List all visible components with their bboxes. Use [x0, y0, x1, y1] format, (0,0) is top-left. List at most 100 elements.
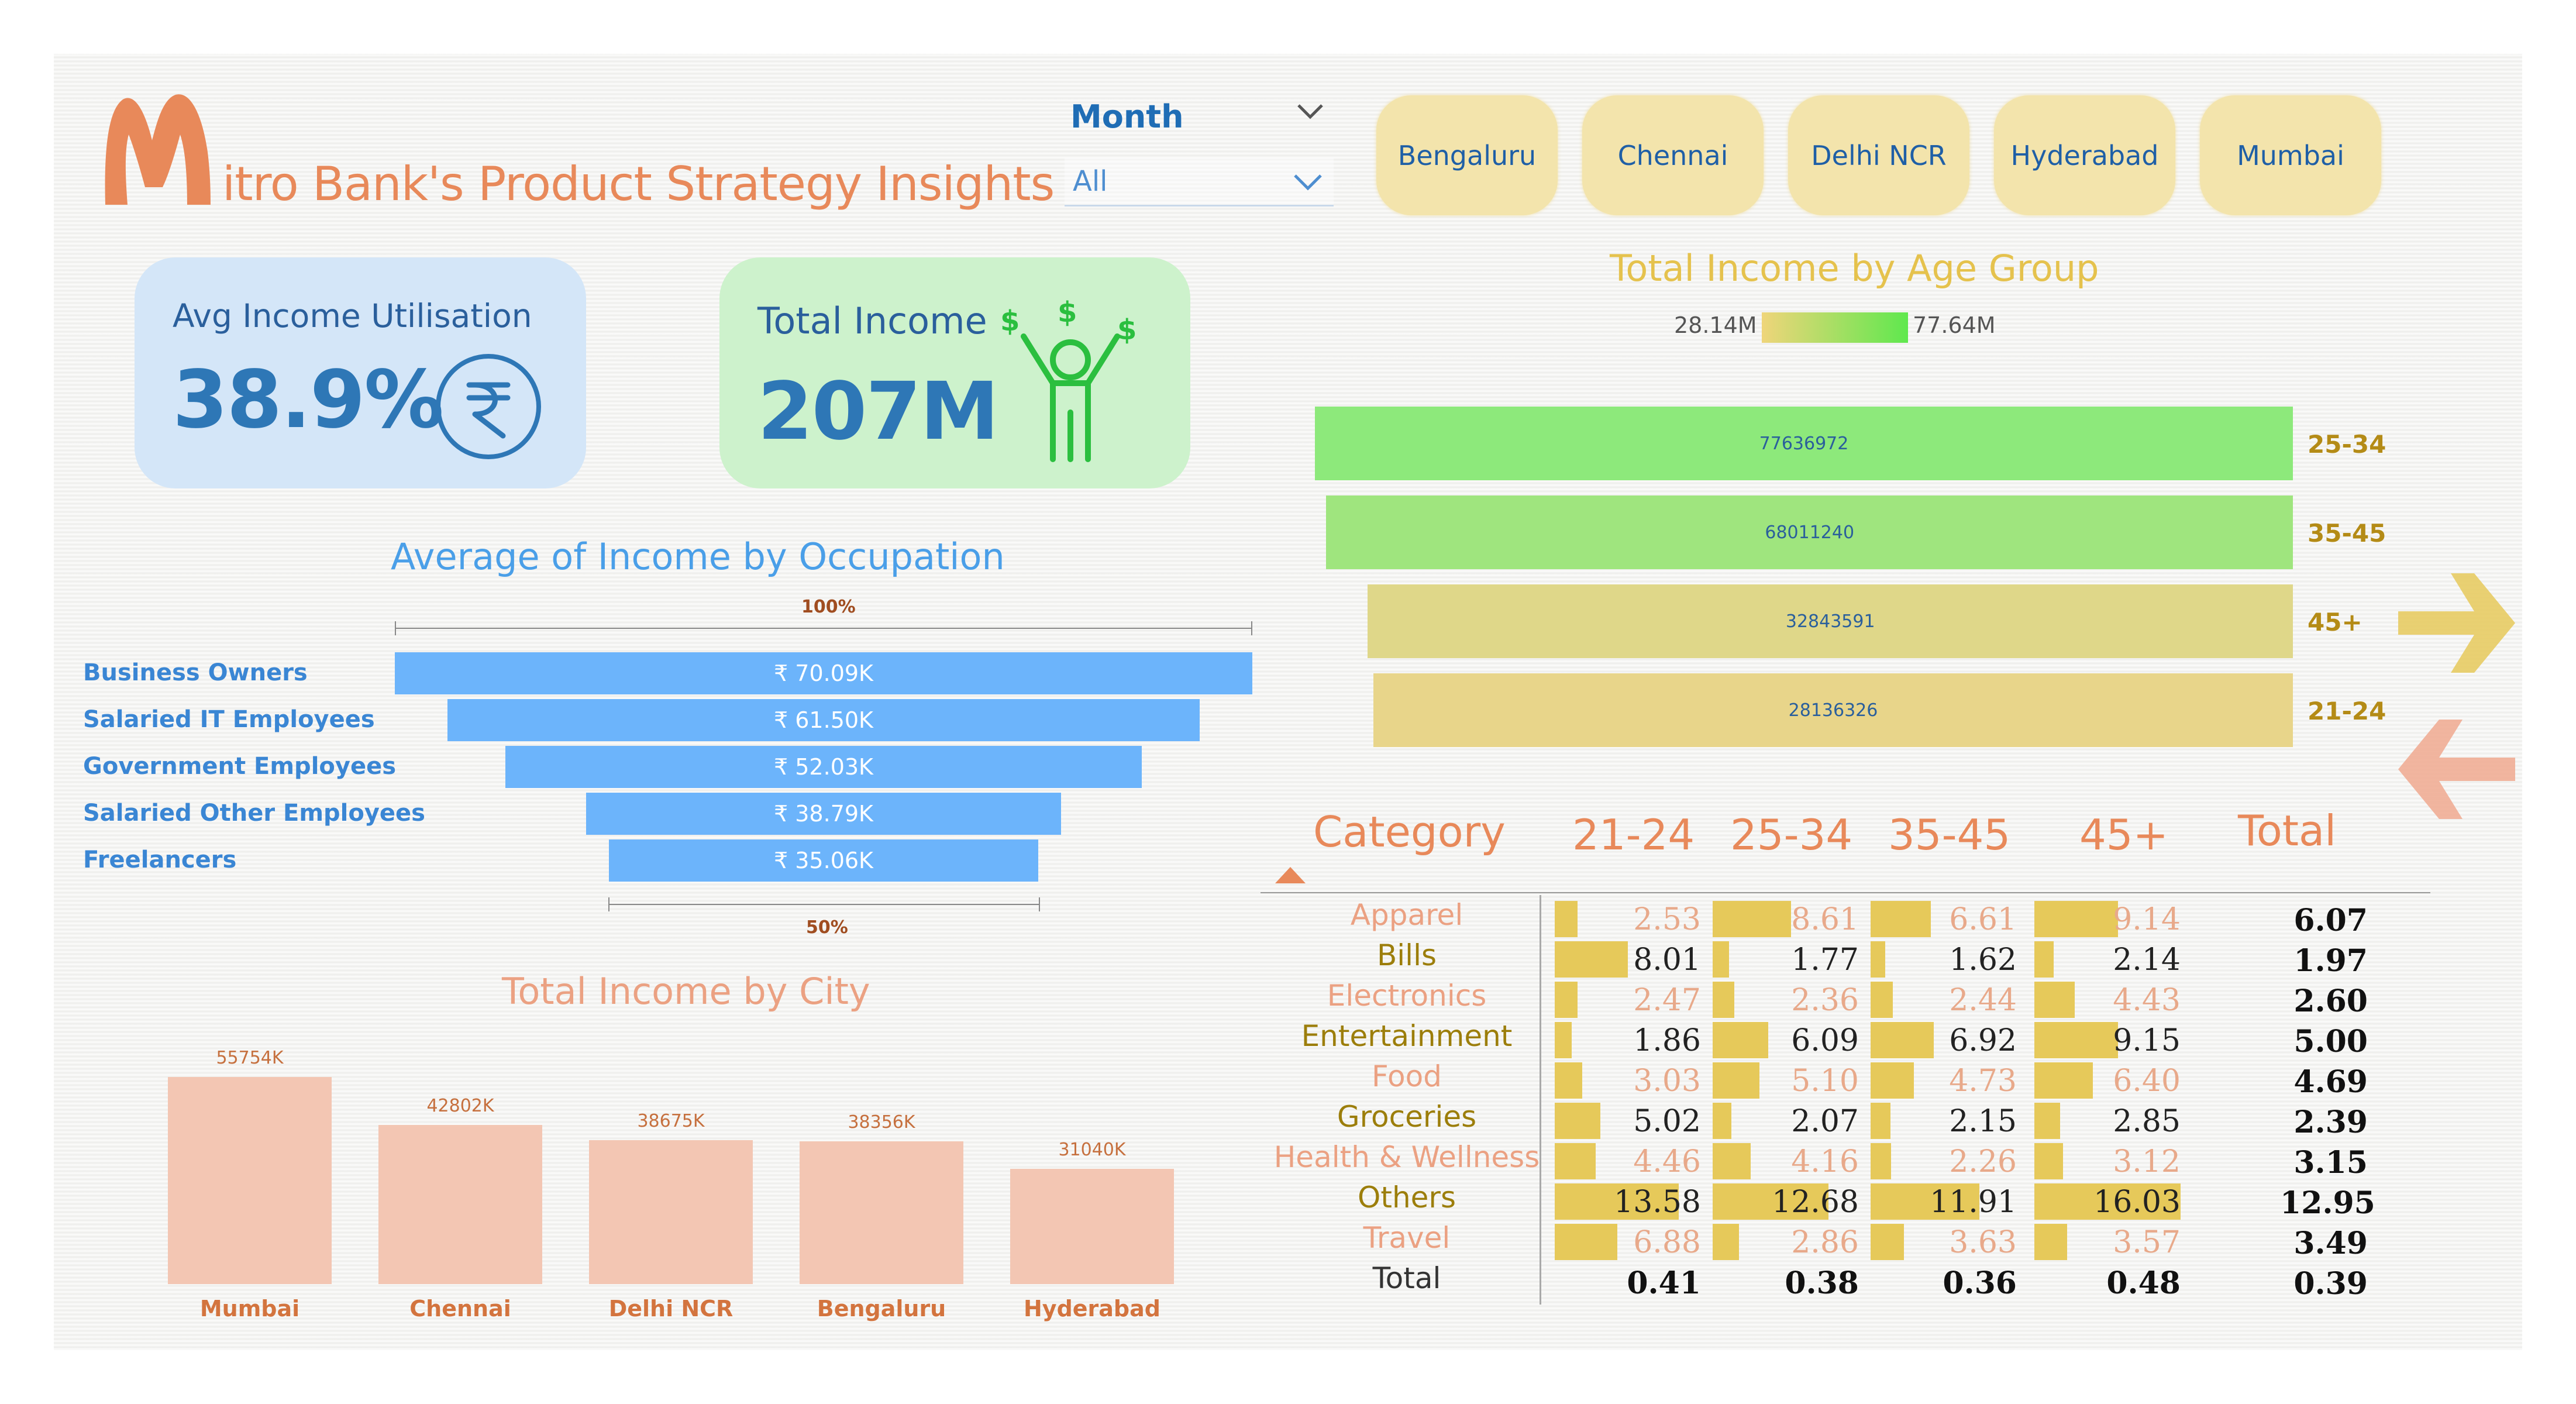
funnel-category-label: Salaried IT Employees — [83, 706, 375, 733]
city-button-chennai[interactable]: Chennai — [1582, 95, 1764, 215]
matrix-cell-value: 5.02 — [1633, 1104, 1701, 1139]
svg-text:$: $ — [1000, 305, 1020, 338]
kpi-value: 38.9% — [173, 354, 444, 446]
matrix-data-bar — [2034, 901, 2118, 937]
matrix-header-45plus[interactable]: 45+ — [2079, 810, 2168, 859]
city-bar[interactable] — [168, 1077, 332, 1284]
age-bar[interactable]: 28136326 — [1373, 673, 2293, 747]
matrix-data-bar — [1871, 1062, 1914, 1099]
matrix-row-category[interactable]: Apparel — [1272, 898, 1541, 932]
matrix-cell-value: 6.09 — [1791, 1023, 1859, 1058]
matrix-row-total: 0.39 — [2293, 1266, 2368, 1302]
matrix-row-category[interactable]: Others — [1272, 1181, 1541, 1214]
matrix-cell-value: 8.61 — [1791, 902, 1859, 937]
matrix-data-bar — [1713, 901, 1792, 937]
matrix-cell: 0.38 — [1713, 1264, 1859, 1301]
city-chart-title: Total Income by City — [502, 970, 870, 1013]
chevron-down-icon[interactable] — [1293, 98, 1328, 124]
funnel-category-label: Government Employees — [83, 753, 397, 780]
matrix-cell-value: 9.15 — [2113, 1023, 2181, 1058]
matrix-row-category[interactable]: Electronics — [1272, 979, 1541, 1013]
city-bar-value: 55754K — [216, 1048, 284, 1068]
kpi-value: 207M — [757, 366, 999, 458]
happy-person-money-icon: $ $ $ — [1000, 296, 1137, 462]
matrix-cell: 3.12 — [2034, 1143, 2181, 1179]
city-bar[interactable] — [589, 1140, 753, 1284]
age-bar-label: 35-45 — [2308, 519, 2386, 548]
funnel-bar[interactable]: ₹ 35.06K — [609, 839, 1038, 882]
matrix-data-bar — [1871, 1022, 1934, 1058]
city-button-delhi-ncr[interactable]: Delhi NCR — [1788, 95, 1969, 215]
matrix-row-total: 3.15 — [2293, 1145, 2368, 1181]
matrix-cell-value: 9.14 — [2113, 902, 2181, 937]
matrix-cell-value: 2.86 — [1791, 1225, 1859, 1260]
city-button-mumbai[interactable]: Mumbai — [2200, 95, 2381, 215]
matrix-data-bar — [1555, 901, 1578, 937]
matrix-cell: 6.61 — [1871, 901, 2017, 937]
matrix-cell: 9.15 — [2034, 1022, 2181, 1058]
matrix-cell-value: 16.03 — [2093, 1185, 2181, 1220]
age-bar[interactable]: 32843591 — [1368, 584, 2293, 658]
age-legend-max: 77.64M — [1913, 312, 1996, 338]
matrix-header-25-34[interactable]: 25-34 — [1730, 810, 1852, 859]
funnel-bar[interactable]: ₹ 52.03K — [505, 746, 1142, 788]
matrix-header-total[interactable]: Total — [2238, 806, 2336, 855]
matrix-data-bar — [1713, 1022, 1768, 1058]
city-bar[interactable] — [800, 1141, 963, 1284]
arrow-left-icon[interactable] — [2392, 708, 2515, 831]
kpi-card-avg-income-util: Avg Income Utilisation 38.9% — [135, 257, 586, 488]
matrix-data-bar — [1713, 1143, 1751, 1179]
matrix-cell-value: 3.12 — [2113, 1144, 2181, 1179]
month-select[interactable]: All — [1065, 158, 1334, 207]
city-bar[interactable] — [1010, 1168, 1174, 1284]
arrow-right-icon[interactable] — [2398, 562, 2515, 684]
city-bar-category: Chennai — [409, 1296, 511, 1322]
matrix-cell-value: 2.07 — [1791, 1104, 1859, 1139]
matrix-data-bar — [1555, 1143, 1596, 1179]
funnel-bottom-tick — [608, 897, 609, 911]
matrix-cell: 0.48 — [2034, 1264, 2181, 1301]
city-bar-category: Bengaluru — [817, 1296, 946, 1322]
matrix-row-category[interactable]: Health & Wellness — [1272, 1140, 1541, 1174]
matrix-row-category[interactable]: Travel — [1272, 1221, 1541, 1255]
matrix-data-bar — [2034, 941, 2054, 978]
matrix-row-total: 2.60 — [2293, 983, 2368, 1019]
chevron-down-icon — [1294, 174, 1322, 191]
age-legend-gradient — [1762, 312, 1908, 343]
matrix-row-category[interactable]: Groceries — [1272, 1100, 1541, 1134]
city-bar[interactable] — [378, 1125, 542, 1284]
matrix-data-bar — [1871, 1143, 1892, 1179]
month-select-value: All — [1073, 165, 1108, 198]
matrix-header-35-45[interactable]: 35-45 — [1888, 810, 2010, 859]
matrix-cell: 2.26 — [1871, 1143, 2017, 1179]
funnel-bar[interactable]: ₹ 38.79K — [586, 793, 1061, 835]
matrix-cell-value: 12.68 — [1772, 1185, 1859, 1220]
matrix-row-category[interactable]: Entertainment — [1272, 1019, 1541, 1053]
matrix-cell-value: 1.77 — [1791, 942, 1859, 978]
matrix-cell-value: 4.46 — [1633, 1144, 1701, 1179]
matrix-header-category[interactable]: Category — [1313, 807, 1506, 856]
matrix-cell: 2.47 — [1555, 982, 1701, 1018]
matrix-cell: 11.91 — [1871, 1183, 2017, 1220]
matrix-row-total: 3.49 — [2293, 1226, 2368, 1261]
page-title: itro Bank's Product Strategy Insights — [222, 157, 1055, 211]
matrix-row-category[interactable]: Food — [1272, 1059, 1541, 1093]
funnel-bar[interactable]: ₹ 70.09K — [395, 652, 1252, 694]
city-button-hyderabad[interactable]: Hyderabad — [1994, 95, 2175, 215]
matrix-cell-value: 11.91 — [1930, 1185, 2017, 1220]
age-bar[interactable]: 77636972 — [1315, 407, 2293, 480]
matrix-cell-value: 2.47 — [1633, 983, 1701, 1018]
matrix-row-category[interactable]: Bills — [1272, 938, 1541, 972]
matrix-cell: 16.03 — [2034, 1183, 2181, 1220]
matrix-row-category[interactable]: Total — [1272, 1261, 1541, 1295]
sort-ascending-icon[interactable] — [1274, 866, 1307, 885]
city-button-bengaluru[interactable]: Bengaluru — [1376, 95, 1558, 215]
matrix-data-bar — [1871, 941, 1886, 978]
matrix-header-21-24[interactable]: 21-24 — [1572, 810, 1695, 859]
funnel-bar[interactable]: ₹ 61.50K — [447, 699, 1200, 741]
matrix-cell: 6.88 — [1555, 1224, 1701, 1260]
matrix-cell: 2.44 — [1871, 982, 2017, 1018]
matrix-data-bar — [1555, 1103, 1601, 1139]
age-bar[interactable]: 68011240 — [1326, 495, 2293, 569]
matrix-cell-value: 2.26 — [1949, 1144, 2017, 1179]
